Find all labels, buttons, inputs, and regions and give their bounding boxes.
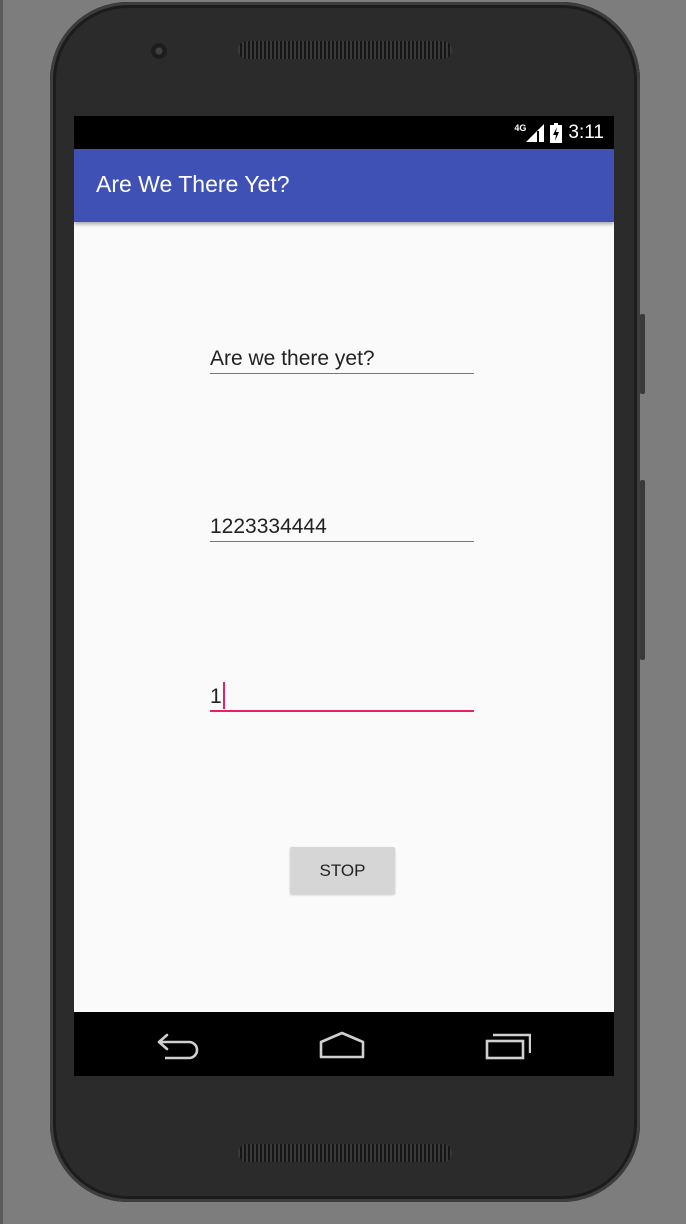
minutes-input[interactable]: 1 <box>210 681 474 712</box>
clock: 3:11 <box>568 122 604 143</box>
back-icon[interactable] <box>155 1030 201 1060</box>
front-camera <box>151 43 167 59</box>
top-speaker <box>238 41 452 59</box>
minutes-input-value: 1 <box>210 685 222 708</box>
home-icon[interactable] <box>319 1030 365 1060</box>
battery-charging-icon <box>550 123 563 143</box>
message-input-value: Are we there yet? <box>210 347 375 370</box>
signal-icon <box>526 124 545 142</box>
app-bar: Are We There Yet? <box>74 149 614 222</box>
text-cursor <box>222 681 225 709</box>
volume-button <box>640 480 645 660</box>
recents-icon[interactable] <box>485 1030 531 1060</box>
network-type: 4G <box>514 123 527 133</box>
phone-number-input[interactable]: 1223334444 <box>210 512 474 542</box>
app-title: Are We There Yet? <box>96 171 290 197</box>
window-edge <box>0 0 3 1224</box>
stop-button[interactable]: STOP <box>290 847 395 894</box>
status-bar: 4G 3:11 <box>74 116 614 149</box>
power-button <box>640 314 645 394</box>
message-input[interactable]: Are we there yet? <box>210 344 474 374</box>
bottom-speaker <box>238 1144 452 1162</box>
device-frame: 4G 3:11 Are We There Yet? Are we there y… <box>50 2 645 1202</box>
navigation-bar <box>74 1012 614 1076</box>
phone-number-input-value: 1223334444 <box>210 515 327 538</box>
main-content: Are we there yet? 1223334444 1 STOP <box>74 222 614 1012</box>
device-screen: 4G 3:11 Are We There Yet? Are we there y… <box>74 116 614 1076</box>
